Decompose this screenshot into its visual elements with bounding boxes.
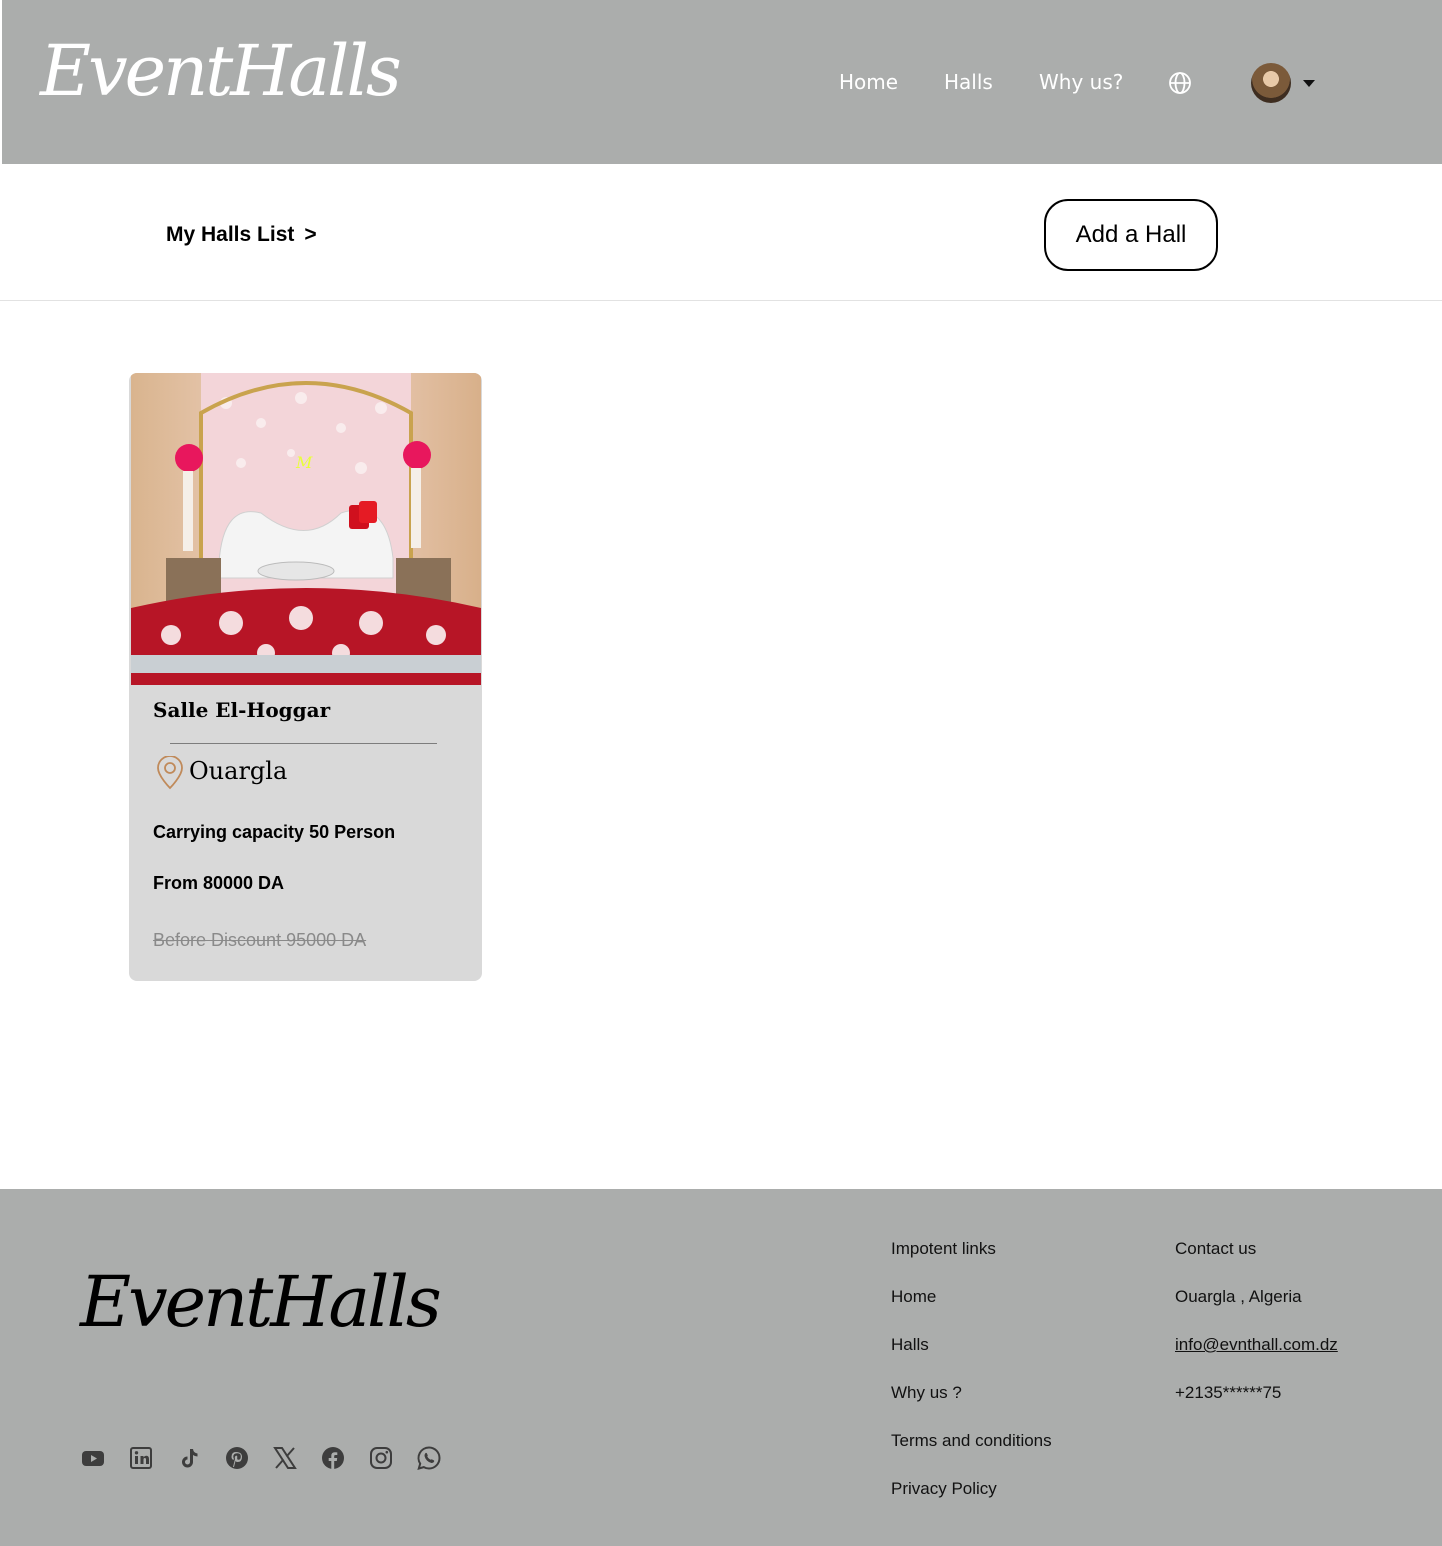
footer-phone: +2135******75 [1175, 1383, 1282, 1402]
breadcrumb-separator: > [304, 223, 317, 246]
location-pin-icon [157, 756, 183, 790]
footer-link-home[interactable]: Home [891, 1287, 1052, 1335]
site-logo[interactable]: EventHalls [40, 30, 402, 112]
footer-link-terms[interactable]: Terms and conditions [891, 1431, 1052, 1479]
whatsapp-icon[interactable] [416, 1445, 442, 1471]
facebook-icon[interactable] [320, 1445, 346, 1471]
site-footer: EventHalls Impotent links Home Halls Why… [0, 1189, 1442, 1546]
user-avatar[interactable] [1251, 63, 1291, 103]
footer-link-halls[interactable]: Halls [891, 1335, 1052, 1383]
site-header: EventHalls Home Halls Why us? [2, 0, 1442, 164]
breadcrumb-label: My Halls List [166, 223, 295, 246]
hall-price: From 80000 DA [153, 873, 285, 893]
instagram-icon[interactable] [368, 1445, 394, 1471]
footer-email-link[interactable]: info@evnthall.com.dz [1175, 1335, 1338, 1383]
footer-link-privacy[interactable]: Privacy Policy [891, 1479, 1052, 1527]
hall-card[interactable]: M Salle El-Hoggar Ouargla Carrying capac… [129, 373, 482, 981]
footer-contact-column: Contact us Ouargla , Algeria info@evntha… [1175, 1239, 1338, 1431]
social-links [80, 1445, 442, 1471]
add-hall-button[interactable]: Add a Hall [1044, 199, 1218, 271]
nav-why-us-link[interactable]: Why us? [1039, 70, 1123, 94]
hall-name: Salle El-Hoggar [153, 698, 331, 722]
svg-text:M: M [295, 453, 313, 472]
nav-home-link[interactable]: Home [839, 70, 898, 94]
nav-halls-link[interactable]: Halls [944, 70, 993, 94]
breadcrumb[interactable]: My Halls List > [166, 223, 317, 247]
globe-icon[interactable] [1168, 71, 1192, 95]
pinterest-icon[interactable] [224, 1445, 250, 1471]
hall-photo: M [131, 373, 481, 685]
x-icon[interactable] [272, 1445, 298, 1471]
footer-logo: EventHalls [80, 1261, 442, 1343]
chevron-down-icon[interactable] [1303, 80, 1315, 87]
hall-old-price: Before Discount 95000 DA [153, 930, 367, 950]
tiktok-icon[interactable] [176, 1445, 202, 1471]
footer-links-column: Impotent links Home Halls Why us ? Terms… [891, 1239, 1052, 1527]
hall-city: Ouargla [189, 757, 288, 785]
hall-capacity: Carrying capacity 50 Person [153, 822, 396, 842]
footer-links-title: Impotent links [891, 1239, 996, 1258]
footer-location: Ouargla , Algeria [1175, 1287, 1302, 1306]
linkedin-icon[interactable] [128, 1445, 154, 1471]
footer-link-why-us[interactable]: Why us ? [891, 1383, 1052, 1431]
youtube-icon[interactable] [80, 1445, 106, 1471]
card-divider [170, 743, 437, 744]
footer-contact-title: Contact us [1175, 1239, 1257, 1258]
page-toolbar: My Halls List > Add a Hall [0, 164, 1442, 301]
